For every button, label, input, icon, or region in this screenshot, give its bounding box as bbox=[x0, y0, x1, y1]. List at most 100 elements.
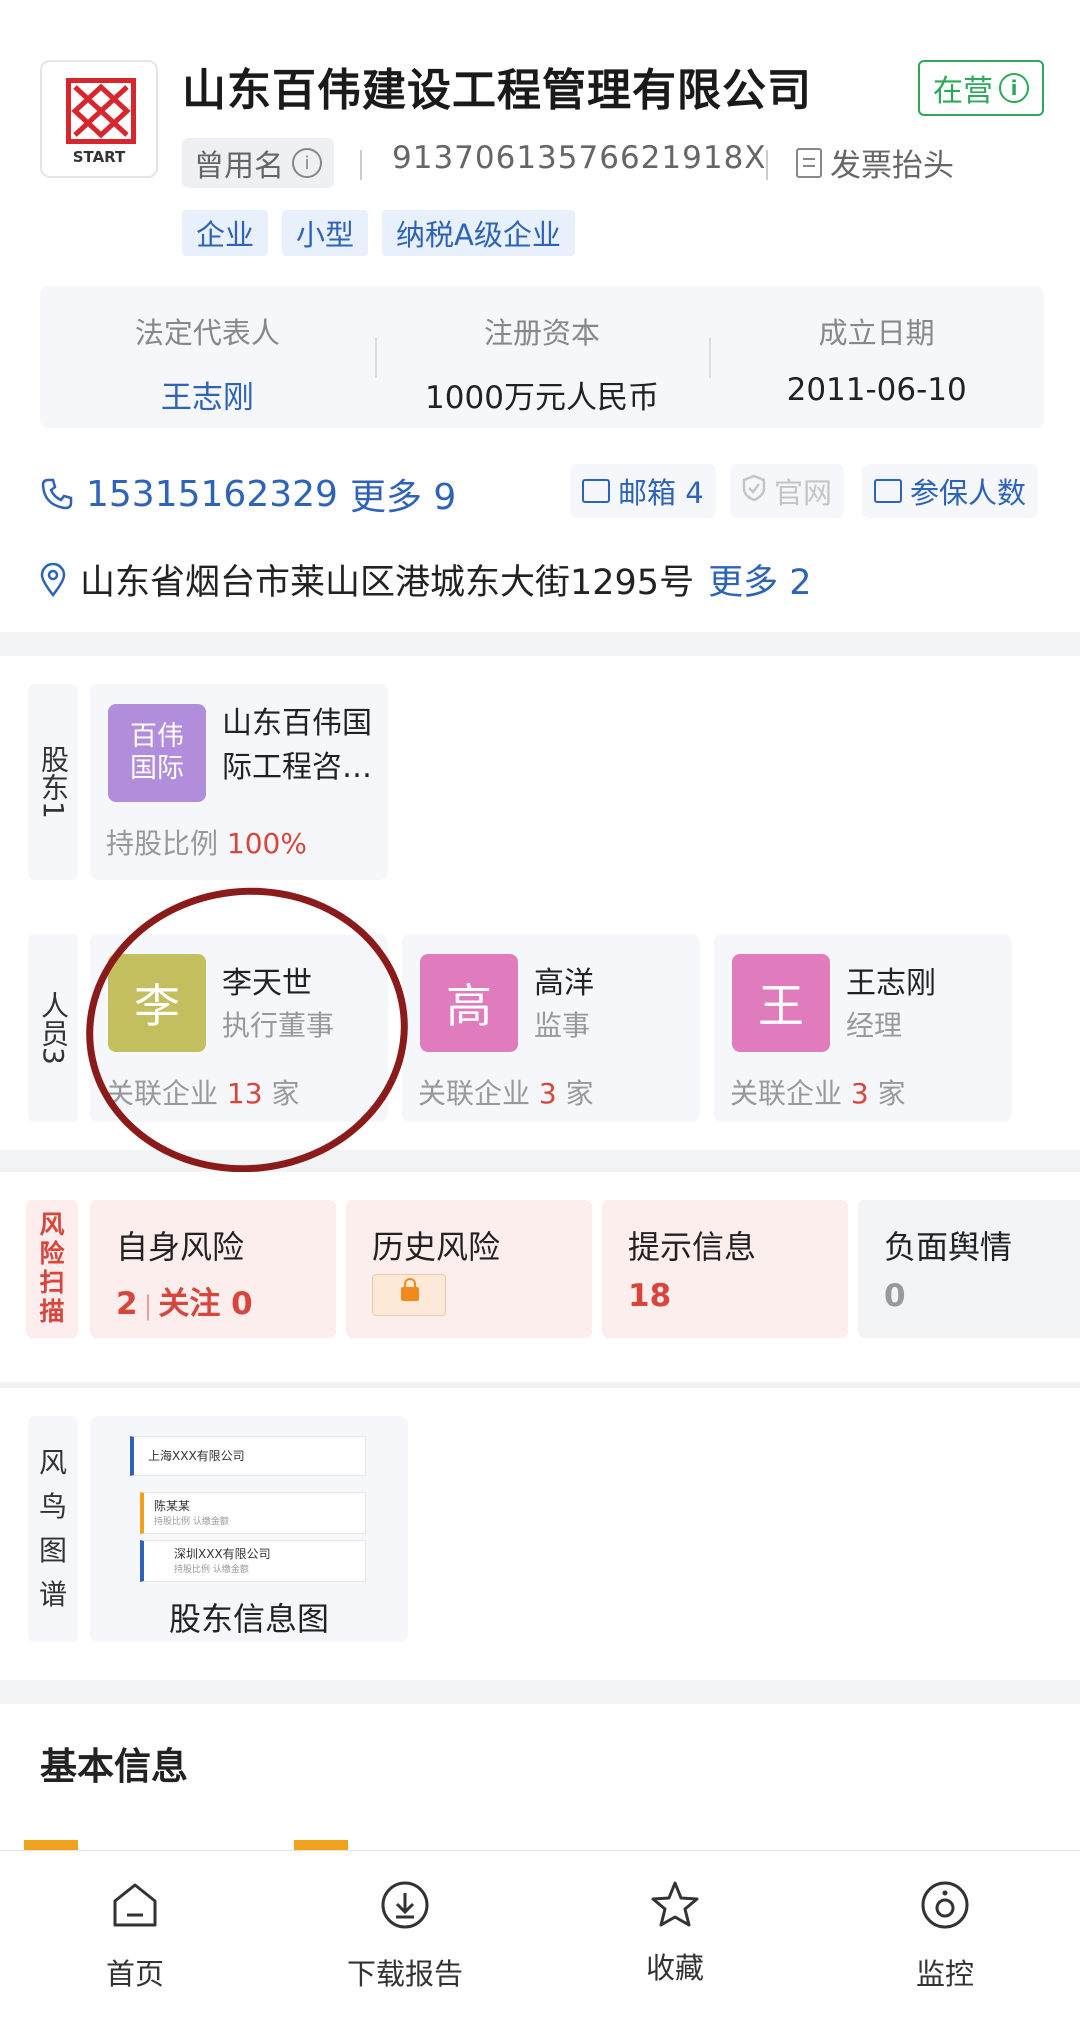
website-button[interactable]: 官网 bbox=[730, 464, 845, 518]
self-risk-card[interactable]: 自身风险 2 | 关注 0 bbox=[90, 1200, 336, 1338]
tag-enterprise: 企业 bbox=[182, 210, 269, 256]
rel-label: 关联企业 bbox=[418, 1077, 531, 1110]
graph-label: 风鸟图谱 bbox=[28, 1416, 78, 1642]
self-risk-follow: 关注 0 bbox=[158, 1286, 253, 1322]
founded-label: 成立日期 bbox=[818, 316, 935, 350]
mini-company-2-sub: 持股比例 认缴金额 bbox=[174, 1565, 249, 1575]
mail-icon bbox=[582, 479, 610, 503]
divider bbox=[360, 150, 362, 180]
mini-person-name: 陈某某 bbox=[154, 1499, 191, 1513]
download-icon bbox=[377, 1877, 433, 1933]
phone-row[interactable]: 15315162329 更多 9 bbox=[40, 468, 456, 520]
company-header-card: START 山东百伟建设工程管理有限公司 在营 i 曾用名 i 91370613… bbox=[0, 0, 1080, 632]
credit-code[interactable]: 91370613576621918X bbox=[392, 140, 767, 176]
nav-home-label: 首页 bbox=[105, 1957, 164, 1991]
company-logo: START bbox=[40, 60, 158, 178]
status-text: 在营 bbox=[933, 74, 993, 109]
basic-info-title: 基本信息 bbox=[40, 1745, 188, 1788]
person-avatar: 王 bbox=[732, 954, 830, 1052]
info-icon: i bbox=[999, 73, 1029, 103]
rel-label: 关联企业 bbox=[730, 1077, 843, 1110]
risk-scan-card: 风险扫描 自身风险 2 | 关注 0 历史风险 提示信息 18 负面舆情 0 bbox=[0, 1172, 1080, 1382]
monitor-icon bbox=[917, 1877, 973, 1933]
shareholder-graph-thumbnail[interactable]: 上海XXX有限公司 陈某某 持股比例 认缴金额 深圳XXX有限公司 持股比例 认… bbox=[90, 1416, 408, 1642]
self-risk-values: 2 | 关注 0 bbox=[116, 1286, 253, 1322]
address-more[interactable]: 更多 2 bbox=[708, 554, 811, 605]
former-name-label: 曾用名 bbox=[194, 149, 284, 184]
nav-favorite[interactable]: 收藏 bbox=[540, 1851, 810, 2018]
mini-person-sub: 持股比例 认缴金额 bbox=[154, 1517, 229, 1527]
company-name: 山东百伟建设工程管理有限公司 bbox=[182, 65, 812, 116]
person-role: 经理 bbox=[846, 1009, 903, 1042]
person-avatar: 高 bbox=[420, 954, 518, 1052]
self-risk-title: 自身风险 bbox=[116, 1228, 245, 1266]
graph-caption: 股东信息图 bbox=[168, 1600, 329, 1638]
person-card-2[interactable]: 王 王志刚 经理 关联企业 3 家 bbox=[714, 934, 1012, 1122]
nav-monitor-label: 监控 bbox=[915, 1957, 974, 1991]
mini-person-node: 陈某某 持股比例 认缴金额 bbox=[140, 1492, 366, 1534]
email-button[interactable]: 邮箱 4 bbox=[570, 464, 716, 518]
invoice-icon bbox=[796, 147, 822, 178]
tips-count: 18 bbox=[628, 1278, 672, 1314]
rel-label: 关联企业 bbox=[106, 1077, 219, 1110]
lock-icon bbox=[372, 1274, 446, 1316]
bottom-nav: 首页 下载报告 收藏 监控 bbox=[0, 1850, 1080, 2018]
related-companies[interactable]: 关联企业 3 家 bbox=[418, 1072, 594, 1112]
legal-rep-value[interactable]: 王志刚 bbox=[40, 372, 375, 417]
history-risk-title: 历史风险 bbox=[372, 1228, 501, 1266]
rel-count: 3 bbox=[538, 1077, 557, 1110]
tips-card[interactable]: 提示信息 18 bbox=[602, 1200, 848, 1338]
rel-unit: 家 bbox=[271, 1077, 300, 1110]
invoice-label: 发票抬头 bbox=[830, 148, 954, 184]
mini-company-node: 上海XXX有限公司 bbox=[130, 1436, 366, 1476]
founded-date: 成立日期 2011-06-10 bbox=[709, 286, 1044, 428]
phone-icon bbox=[40, 477, 74, 511]
company-tags: 企业 小型 纳税A级企业 bbox=[182, 210, 575, 256]
nav-monitor[interactable]: 监控 bbox=[810, 1851, 1080, 2018]
id-card-icon bbox=[874, 479, 902, 503]
shareholder-label: 股东1 bbox=[28, 684, 78, 880]
address-text: 山东省烟台市莱山区港城东大街1295号 bbox=[80, 563, 695, 603]
history-risk-card[interactable]: 历史风险 bbox=[346, 1200, 592, 1338]
tips-title: 提示信息 bbox=[628, 1228, 757, 1266]
registered-capital: 注册资本 1000万元人民币 bbox=[374, 286, 710, 428]
phone-more[interactable]: 更多 9 bbox=[350, 468, 456, 520]
invoice-title-button[interactable]: 发票抬头 bbox=[796, 140, 954, 185]
nav-download-report[interactable]: 下载报告 bbox=[270, 1851, 540, 2018]
mini-company-node-2: 深圳XXX有限公司 持股比例 认缴金额 bbox=[140, 1540, 366, 1582]
legal-rep[interactable]: 法定代表人 王志刚 bbox=[40, 286, 375, 428]
shield-icon bbox=[742, 474, 766, 509]
website-label: 官网 bbox=[774, 476, 833, 510]
person-role: 监事 bbox=[534, 1009, 591, 1042]
nav-download-label: 下载报告 bbox=[346, 1957, 463, 1991]
rel-unit: 家 bbox=[565, 1077, 594, 1110]
related-companies[interactable]: 关联企业 13 家 bbox=[106, 1072, 299, 1112]
status-badge[interactable]: 在营 i bbox=[918, 60, 1044, 116]
logo-text: START bbox=[72, 148, 126, 166]
location-pin-icon bbox=[40, 562, 66, 597]
founded-value: 2011-06-10 bbox=[786, 372, 967, 408]
shareholder-label-text: 股东1 bbox=[37, 745, 70, 819]
person-card-0[interactable]: 李 李天世 执行董事 关联企业 13 家 bbox=[90, 934, 388, 1122]
related-companies[interactable]: 关联企业 3 家 bbox=[730, 1072, 906, 1112]
shareholder-card[interactable]: 百伟国际 山东百伟国际工程咨… 持股比例 100% bbox=[90, 684, 388, 880]
logo-mark-icon bbox=[66, 78, 136, 144]
former-name-button[interactable]: 曾用名 i bbox=[182, 138, 334, 188]
person-card-1[interactable]: 高 高洋 监事 关联企业 3 家 bbox=[402, 934, 700, 1122]
risk-scan-label-text: 风险扫描 bbox=[39, 1210, 65, 1326]
legal-rep-label: 法定代表人 bbox=[134, 316, 280, 350]
phone-number[interactable]: 15315162329 bbox=[86, 474, 338, 515]
shareholder-name: 山东百伟国际工程咨… bbox=[222, 706, 372, 785]
negative-news-card[interactable]: 负面舆情 0 bbox=[858, 1200, 1080, 1338]
rel-unit: 家 bbox=[877, 1077, 906, 1110]
mini-company-2-name: 深圳XXX有限公司 bbox=[174, 1547, 271, 1561]
insured-button[interactable]: 参保人数 bbox=[862, 464, 1039, 518]
home-icon bbox=[107, 1877, 163, 1933]
address-row[interactable]: 山东省烟台市莱山区港城东大街1295号 更多 2 bbox=[40, 554, 811, 605]
ratio-label: 持股比例 bbox=[106, 827, 219, 860]
risk-scan-label: 风险扫描 bbox=[26, 1200, 78, 1338]
person-role: 执行董事 bbox=[222, 1009, 335, 1042]
nav-home[interactable]: 首页 bbox=[0, 1851, 270, 2018]
divider bbox=[766, 150, 768, 180]
graph-card: 风鸟图谱 上海XXX有限公司 陈某某 持股比例 认缴金额 深圳XXX有限公司 持… bbox=[0, 1388, 1080, 1680]
